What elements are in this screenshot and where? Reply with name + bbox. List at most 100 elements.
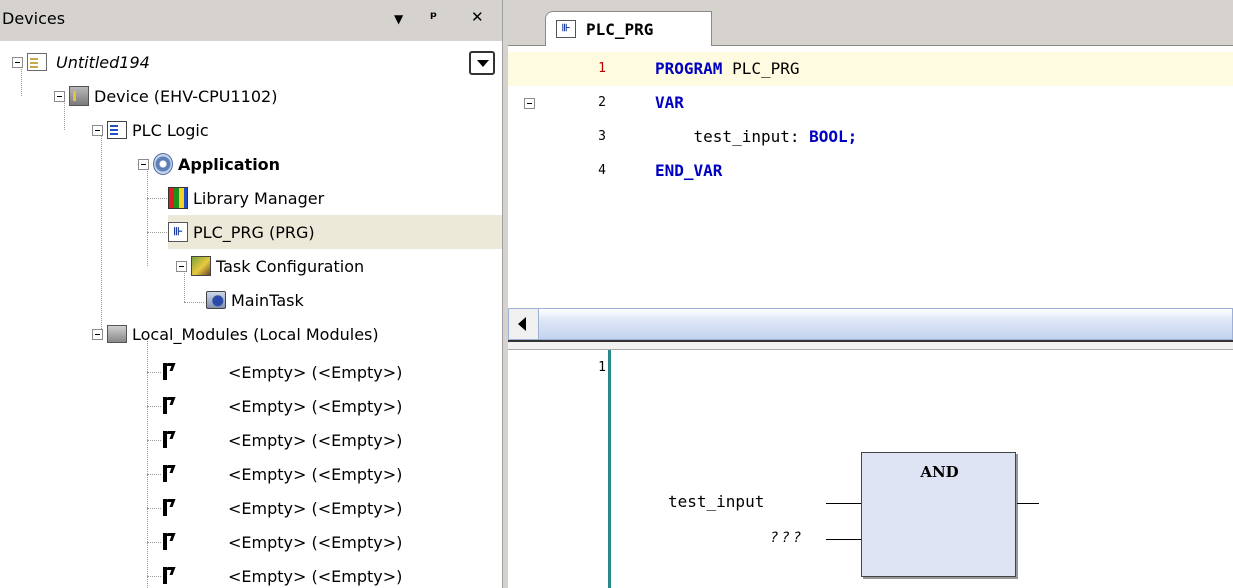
keyword: PROGRAM	[655, 59, 723, 78]
tree-item-label: <Empty> (<Empty>)	[228, 498, 403, 518]
devices-panel-header: Devices ▼ ᵖ ✕	[0, 0, 502, 41]
tree-item-label: Library Manager	[193, 188, 325, 208]
code-line[interactable]: 1 PROGRAM PLC_PRG	[508, 52, 1233, 86]
code-text-rest: PLC_PRG	[722, 59, 800, 78]
tree-item-empty-slot[interactable]: <Empty> (<Empty>)	[162, 559, 402, 588]
keyword: END_VAR	[655, 161, 723, 180]
module-icon	[107, 325, 127, 343]
tree-item-label: Application	[178, 154, 281, 174]
code-line[interactable]: 3 test_input: BOOL;	[508, 120, 1233, 154]
collapse-icon[interactable]	[92, 328, 103, 340]
tree-dropdown-button[interactable]	[469, 51, 495, 75]
tree-connector	[147, 542, 161, 543]
panel-menu-button[interactable]: ▼	[394, 12, 403, 26]
tree-item-application[interactable]: Application	[138, 147, 280, 181]
tree-connector	[147, 406, 161, 407]
collapse-icon[interactable]	[524, 98, 535, 109]
slot-icon	[162, 497, 182, 519]
tree-connector	[147, 474, 161, 475]
tree-item-empty-slot[interactable]: <Empty> (<Empty>)	[162, 491, 402, 525]
tree-item-library-manager[interactable]: Library Manager	[168, 181, 324, 215]
input-wire	[826, 503, 861, 504]
tree-item-label: MainTask	[231, 290, 304, 310]
code-line[interactable]: 2 VAR	[508, 86, 1233, 120]
tree-item-label: PLC_PRG (PRG)	[193, 222, 315, 242]
tree-item-empty-slot[interactable]: <Empty> (<Empty>)	[162, 423, 402, 457]
collapse-icon[interactable]	[176, 260, 187, 272]
input-placeholder[interactable]: ???	[770, 530, 804, 546]
device-icon	[69, 86, 89, 106]
tab-plc-prg[interactable]: ⊪ PLC_PRG	[545, 11, 712, 46]
plc-logic-icon	[107, 121, 127, 139]
output-wire	[1017, 503, 1039, 504]
slot-icon	[162, 565, 182, 587]
editor-splitter[interactable]	[508, 340, 1233, 350]
tree-item-label: <Empty> (<Empty>)	[228, 464, 403, 484]
pou-editor: ⊪ PLC_PRG 1 PROGRAM PLC_PRG 2 VAR 3 test…	[508, 0, 1233, 588]
tree-item-label: Task Configuration	[216, 256, 365, 276]
tree-item-project[interactable]: Untitled194	[12, 45, 150, 79]
library-manager-icon	[168, 187, 188, 209]
tree-item-empty-slot[interactable]: <Empty> (<Empty>)	[162, 525, 402, 559]
tree-item-label: Device (EHV-CPU1102)	[94, 86, 278, 106]
tab-label: PLC_PRG	[586, 19, 654, 39]
tree-connector	[147, 168, 148, 266]
code-text: VAR	[655, 86, 684, 120]
tree-connector	[147, 440, 161, 441]
slot-icon	[162, 463, 182, 485]
fbd-editor[interactable]: 1 test_input ??? AND	[508, 350, 1233, 588]
input-wire	[826, 539, 861, 540]
code-text: test_input: BOOL;	[655, 120, 858, 154]
code-text: PROGRAM PLC_PRG	[655, 52, 800, 86]
network-gutter-line	[608, 350, 611, 588]
tree-item-device[interactable]: Device (EHV-CPU1102)	[54, 79, 277, 113]
pin-icon[interactable]: ᵖ	[430, 8, 437, 26]
task-configuration-icon	[191, 256, 211, 276]
devices-panel-title: Devices	[2, 9, 66, 28]
line-number: 1	[598, 61, 606, 76]
tree-item-plc-logic[interactable]: PLC Logic	[92, 113, 209, 147]
application-icon	[153, 153, 173, 175]
tree-item-label: Local_Modules (Local Modules)	[132, 324, 379, 344]
declaration-editor[interactable]: 1 PROGRAM PLC_PRG 2 VAR 3 test_input: BO…	[508, 47, 1233, 308]
tree-item-local-modules[interactable]: Local_Modules (Local Modules)	[92, 317, 379, 351]
horizontal-scrollbar[interactable]	[508, 308, 1233, 340]
close-icon[interactable]: ✕	[471, 8, 484, 26]
tree-item-maintask[interactable]: MainTask	[206, 283, 304, 317]
tree-item-label: <Empty> (<Empty>)	[228, 532, 403, 552]
tree-item-label: <Empty> (<Empty>)	[228, 566, 403, 586]
pou-icon: ⊪	[556, 20, 576, 38]
tree-connector	[101, 134, 102, 339]
slot-icon	[162, 531, 182, 553]
keyword: BOOL;	[809, 127, 858, 146]
tree-item-plc-prg[interactable]: ⊪ PLC_PRG (PRG)	[168, 215, 502, 249]
collapse-icon[interactable]	[12, 56, 23, 68]
tree-connector	[184, 302, 204, 303]
collapse-icon[interactable]	[54, 90, 65, 102]
input-variable-test-input[interactable]: test_input	[668, 492, 764, 511]
keyword: VAR	[655, 93, 684, 112]
collapse-icon[interactable]	[92, 124, 103, 136]
line-number: 4	[598, 163, 606, 178]
tree-item-empty-slot[interactable]: <Empty> (<Empty>)	[162, 355, 402, 389]
network-number: 1	[598, 360, 606, 375]
tree-connector	[147, 232, 167, 233]
scroll-left-arrow-icon[interactable]	[509, 309, 539, 339]
line-number: 2	[598, 95, 606, 110]
slot-icon	[162, 361, 182, 383]
block-name: AND	[920, 463, 959, 481]
tree-connector	[147, 372, 161, 373]
tree-connector	[147, 576, 161, 577]
tree-item-empty-slot[interactable]: <Empty> (<Empty>)	[162, 389, 402, 423]
tree-item-task-configuration[interactable]: Task Configuration	[176, 249, 364, 283]
code-line[interactable]: 4 END_VAR	[508, 154, 1233, 188]
tree-item-label: PLC Logic	[132, 120, 209, 140]
variable-declaration: test_input:	[655, 127, 810, 146]
and-function-block[interactable]: AND	[861, 452, 1016, 577]
tree-item-label: <Empty> (<Empty>)	[228, 430, 403, 450]
editor-tab-strip: ⊪ PLC_PRG	[508, 0, 1233, 46]
slot-icon	[162, 429, 182, 451]
collapse-icon[interactable]	[138, 158, 149, 170]
tree-connector	[147, 198, 167, 199]
tree-item-empty-slot[interactable]: <Empty> (<Empty>)	[162, 457, 402, 491]
